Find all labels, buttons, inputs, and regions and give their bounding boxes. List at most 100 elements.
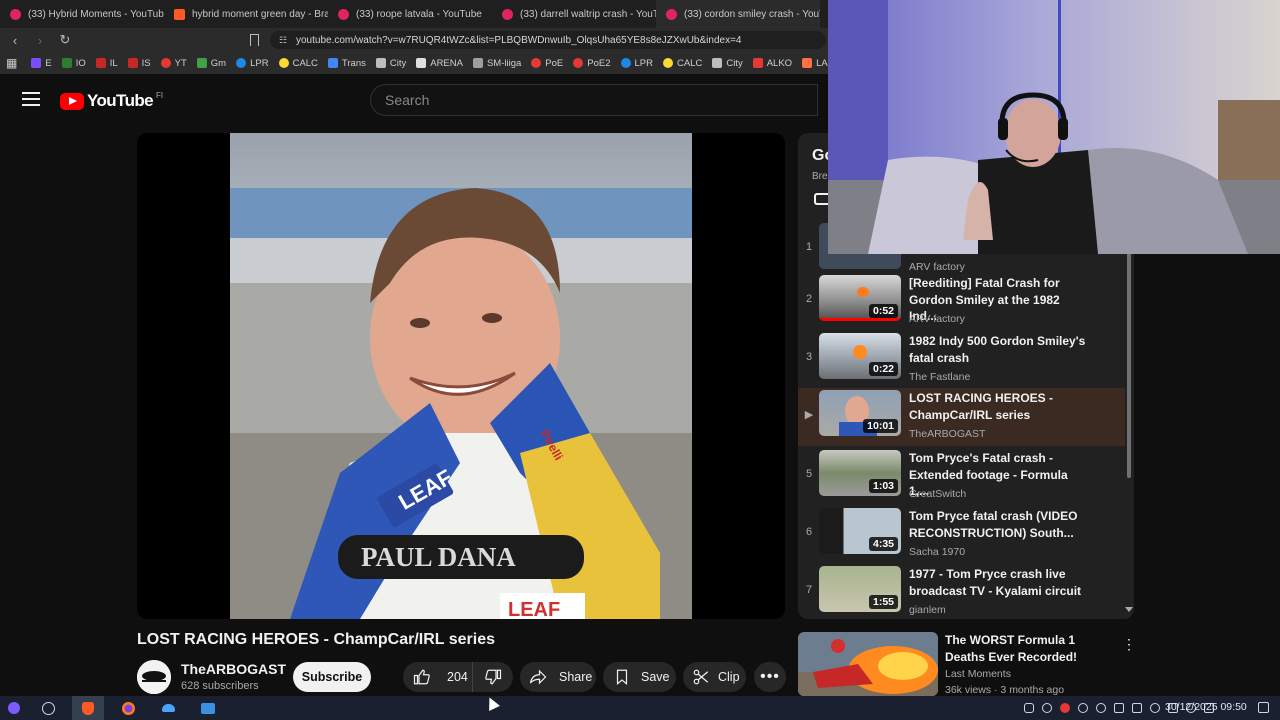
loop-icon[interactable] bbox=[814, 193, 828, 205]
playlist-item-duration: 0:52 bbox=[868, 304, 898, 318]
clip-button[interactable]: Clip bbox=[683, 662, 746, 692]
bookmark-label: City bbox=[726, 57, 743, 69]
now-playing-icon: ▶ bbox=[804, 409, 814, 421]
bookmark-label: YT bbox=[174, 57, 187, 69]
apps-grid-icon[interactable]: ▦ bbox=[6, 56, 17, 70]
bookmark-item[interactable]: SM-liiga bbox=[472, 58, 521, 69]
bookmark-item[interactable]: LA bbox=[802, 58, 828, 69]
playlist-item-thumbnail: 0:52 bbox=[819, 275, 901, 321]
playlist-item-index: 7 bbox=[805, 584, 813, 596]
bookmark-icon bbox=[95, 58, 106, 68]
playlist-owner[interactable]: Bre bbox=[812, 171, 828, 182]
save-button[interactable]: Save bbox=[603, 662, 676, 692]
bookmark-item[interactable]: Gm bbox=[196, 58, 226, 69]
system-settings-icon[interactable] bbox=[32, 696, 64, 720]
bookmark-item[interactable]: YT bbox=[160, 57, 187, 69]
bookmark-item[interactable]: IS bbox=[127, 58, 151, 69]
playlist-item-channel: GreatSwitch bbox=[909, 488, 967, 500]
search-placeholder: Search bbox=[385, 92, 430, 108]
brave-browser-taskbar-icon[interactable] bbox=[72, 696, 104, 720]
bookmark-item[interactable]: LPR bbox=[236, 58, 269, 69]
media-play-tray-icon[interactable] bbox=[1096, 703, 1106, 713]
more-actions-icon[interactable]: ••• bbox=[754, 662, 786, 692]
bookmark-item[interactable]: City bbox=[375, 58, 406, 69]
show-desktop-icon[interactable] bbox=[1258, 702, 1269, 713]
site-settings-icon[interactable]: ☷ bbox=[279, 35, 287, 46]
bookmark-icon bbox=[573, 58, 584, 68]
bookmark-page-icon[interactable] bbox=[250, 34, 259, 46]
browser-tab[interactable]: (33) roope latvala - YouTube bbox=[328, 0, 492, 28]
microphone-icon[interactable] bbox=[1150, 703, 1160, 713]
youtube-logo[interactable]: YouTube FI bbox=[60, 91, 163, 111]
bookmark-label: ALKO bbox=[766, 57, 793, 69]
playlist-item[interactable]: 6 4:35 Tom Pryce fatal crash (VIDEO RECO… bbox=[798, 506, 1125, 564]
bookmark-item[interactable]: IO bbox=[61, 58, 86, 69]
youtube-favicon-icon bbox=[10, 8, 21, 20]
recommended-video[interactable]: The WORST Formula 1 Deaths Ever Recorded… bbox=[798, 632, 1136, 696]
steam-tray-icon[interactable] bbox=[1042, 703, 1052, 713]
vpn-tray-icon[interactable] bbox=[1078, 703, 1088, 713]
playlist-item-title: LOST RACING HEROES - ChampCar/IRL series bbox=[909, 391, 1054, 422]
youtube-favicon-icon bbox=[338, 8, 349, 20]
address-bar-row: ‹ › ↻ ☷ youtube.com/watch?v=w7RUQR4tWZc&… bbox=[0, 28, 828, 52]
playlist-item[interactable]: 5 1:03 Tom Pryce's Fatal crash - Extende… bbox=[798, 448, 1125, 506]
bookmark-label: Trans bbox=[341, 57, 366, 69]
bookmark-item[interactable]: IL bbox=[95, 58, 118, 69]
playlist-item-current[interactable]: ▶ 10:01 LOST RACING HEROES - ChampCar/IR… bbox=[798, 388, 1125, 446]
bookmark-item[interactable]: PoE bbox=[531, 58, 563, 69]
channel-name[interactable]: TheARBOGAST bbox=[181, 661, 286, 677]
firefox-taskbar-icon[interactable] bbox=[112, 696, 144, 720]
bookmark-item[interactable]: ALKO bbox=[752, 57, 793, 69]
browser-tab[interactable]: (33) Hybrid Moments - YouTube bbox=[0, 0, 164, 28]
youtube-play-icon bbox=[60, 92, 84, 110]
scroll-down-icon[interactable] bbox=[1125, 607, 1133, 612]
bookmark-item[interactable]: LPR bbox=[620, 58, 653, 69]
back-icon[interactable]: ‹ bbox=[5, 30, 25, 50]
browser-tab[interactable]: hybrid moment green day - Brav bbox=[164, 0, 328, 28]
file-manager-taskbar-icon[interactable] bbox=[192, 696, 224, 720]
subscribe-button[interactable]: Subscribe bbox=[293, 662, 371, 692]
bookmark-item[interactable]: CALC bbox=[278, 58, 318, 69]
browser-tab[interactable]: (33) darrell waltrip crash - YouTu bbox=[492, 0, 656, 28]
video-frame: LEAF Pirelli LEAF PAUL DANA bbox=[230, 133, 692, 619]
bookmark-item[interactable]: CALC bbox=[662, 58, 702, 69]
bookmark-icon bbox=[236, 58, 247, 68]
share-label: Share bbox=[559, 670, 593, 684]
steam-taskbar-icon[interactable] bbox=[152, 696, 184, 720]
playlist-item[interactable]: 3 0:22 1982 Indy 500 Gordon Smiley's fat… bbox=[798, 331, 1125, 389]
playlist-item-index: 1 bbox=[805, 241, 813, 253]
playlist-item[interactable]: 2 0:52 [Reediting] Fatal Crash for Gordo… bbox=[798, 273, 1125, 331]
record-tray-icon[interactable] bbox=[1060, 703, 1070, 713]
menu-icon[interactable] bbox=[22, 92, 40, 106]
volume-icon[interactable] bbox=[1114, 703, 1124, 713]
playlist-item[interactable]: 7 1:55 1977 - Tom Pryce crash live broad… bbox=[798, 564, 1125, 619]
bookmark-item[interactable]: PoE2 bbox=[573, 58, 611, 69]
playlist-item-thumbnail: 1:03 bbox=[819, 450, 901, 496]
forward-icon[interactable]: › bbox=[30, 30, 50, 50]
url-input[interactable]: ☷ youtube.com/watch?v=w7RUQR4tWZc&list=P… bbox=[270, 31, 826, 49]
start-menu-icon[interactable] bbox=[0, 696, 28, 720]
share-button[interactable]: Share bbox=[520, 662, 596, 692]
bookmark-item[interactable]: City bbox=[712, 57, 743, 69]
browser-tab-active[interactable]: (33) cordon smiley crash - YouTu bbox=[656, 0, 820, 28]
playlist-scrollbar[interactable] bbox=[1127, 253, 1131, 478]
taskbar-clock[interactable]: 30/12/2025 09:50 bbox=[1165, 701, 1247, 713]
bookmark-item[interactable]: E bbox=[31, 58, 52, 69]
translate-icon bbox=[327, 58, 338, 68]
bookmark-icon bbox=[375, 58, 386, 68]
reload-icon[interactable]: ↻ bbox=[55, 30, 75, 50]
dislike-button[interactable] bbox=[473, 662, 513, 692]
bookmark-item[interactable]: Trans bbox=[327, 57, 366, 69]
bookmark-icon bbox=[531, 58, 542, 68]
channel-avatar[interactable] bbox=[137, 660, 171, 694]
like-button[interactable]: 204 bbox=[403, 662, 473, 692]
video-player[interactable]: LEAF Pirelli LEAF PAUL DANA bbox=[137, 133, 785, 619]
bookmark-icon bbox=[196, 58, 207, 68]
playlist-item-channel: TheARBOGAST bbox=[909, 428, 986, 440]
bookmark-item[interactable]: ARENA bbox=[416, 58, 463, 69]
notifications-icon[interactable] bbox=[1024, 703, 1034, 713]
clipboard-icon[interactable] bbox=[1132, 703, 1142, 713]
search-input[interactable]: Search bbox=[370, 84, 818, 116]
bookmark-save-icon bbox=[616, 669, 628, 686]
more-vertical-icon[interactable]: ⋮ bbox=[1122, 636, 1136, 653]
